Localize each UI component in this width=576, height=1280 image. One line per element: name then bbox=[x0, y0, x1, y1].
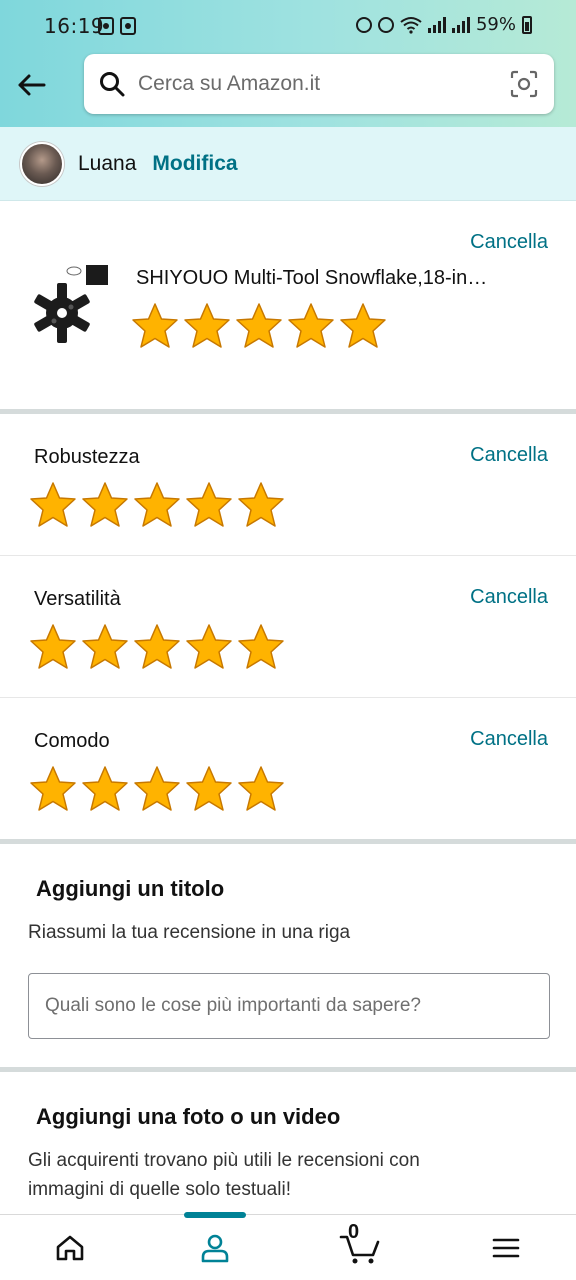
wifi-icon bbox=[400, 16, 422, 34]
status-right: 59% bbox=[355, 14, 532, 35]
bottom-navigation: 0 bbox=[0, 1212, 576, 1280]
cancel-rating-link[interactable]: Cancella bbox=[470, 444, 548, 467]
search-input[interactable] bbox=[138, 72, 510, 96]
nav-cart[interactable]: 0 bbox=[320, 1215, 400, 1280]
star-icon[interactable] bbox=[234, 301, 284, 351]
home-icon bbox=[56, 1235, 84, 1261]
signal-icon bbox=[451, 16, 470, 33]
cart-icon bbox=[339, 1235, 380, 1264]
camera-scan-icon[interactable] bbox=[510, 70, 538, 98]
media-section-subtitle: Gli acquirenti trovano più utili le rece… bbox=[28, 1146, 420, 1204]
star-icon[interactable] bbox=[236, 622, 286, 672]
star-icon[interactable] bbox=[28, 480, 78, 530]
status-bar: 16:19 59% bbox=[0, 0, 576, 52]
status-notification-icons bbox=[98, 17, 136, 35]
back-button[interactable] bbox=[14, 68, 48, 102]
nav-home[interactable] bbox=[30, 1215, 110, 1280]
section-divider bbox=[0, 839, 576, 844]
account-icon bbox=[201, 1234, 229, 1263]
media-subtitle-line: Gli acquirenti trovano più utili le rece… bbox=[28, 1150, 420, 1171]
product-section: Cancella SHIYOUO Multi-Tool Snowflake,18… bbox=[0, 201, 576, 409]
nav-menu[interactable] bbox=[466, 1215, 546, 1280]
rating-label: Comodo bbox=[34, 730, 110, 752]
arrow-left-icon bbox=[18, 74, 46, 96]
star-icon[interactable] bbox=[130, 301, 180, 351]
star-icon[interactable] bbox=[338, 301, 388, 351]
star-icon[interactable] bbox=[28, 764, 78, 814]
product-image bbox=[26, 265, 112, 351]
star-icon[interactable] bbox=[286, 301, 336, 351]
star-icon[interactable] bbox=[184, 480, 234, 530]
notification-icon bbox=[98, 17, 114, 35]
nav-account[interactable] bbox=[175, 1215, 255, 1280]
section-divider bbox=[0, 1067, 576, 1072]
search-icon bbox=[98, 70, 126, 98]
star-icon[interactable] bbox=[182, 301, 232, 351]
star-icon[interactable] bbox=[132, 480, 182, 530]
menu-icon bbox=[492, 1238, 520, 1258]
star-rating[interactable] bbox=[28, 622, 286, 672]
star-icon[interactable] bbox=[28, 622, 78, 672]
cart-count-badge: 0 bbox=[348, 1221, 360, 1243]
product-title: SHIYOUO Multi-Tool Snowflake,18-in… bbox=[136, 267, 488, 289]
profile-name: Luana bbox=[78, 151, 137, 175]
star-icon[interactable] bbox=[80, 480, 130, 530]
review-title-input[interactable] bbox=[28, 973, 550, 1039]
alarm-icon bbox=[355, 16, 372, 33]
star-rating[interactable] bbox=[28, 480, 286, 530]
media-section-heading: Aggiungi una foto o un video bbox=[36, 1104, 341, 1129]
star-rating[interactable] bbox=[28, 764, 286, 814]
mute-icon bbox=[377, 16, 394, 33]
cancel-product-rating-link[interactable]: Cancella bbox=[470, 231, 548, 254]
rating-label: Versatilità bbox=[34, 588, 121, 610]
title-section-heading: Aggiungi un titolo bbox=[36, 876, 225, 901]
media-subtitle-line: immagini di quelle solo testuali! bbox=[28, 1179, 291, 1200]
title-section-subtitle: Riassumi la tua recensione in una riga bbox=[28, 922, 351, 943]
signal-icon bbox=[427, 16, 446, 33]
edit-profile-link[interactable]: Modifica bbox=[152, 152, 237, 176]
rating-row-comodo: Comodo Cancella bbox=[0, 698, 576, 840]
cancel-rating-link[interactable]: Cancella bbox=[470, 728, 548, 751]
header: 16:19 59% bbox=[0, 0, 576, 127]
star-icon[interactable] bbox=[80, 622, 130, 672]
star-icon[interactable] bbox=[132, 622, 182, 672]
product-star-rating[interactable] bbox=[130, 301, 388, 351]
rating-row-robustezza: Robustezza Cancella bbox=[0, 414, 576, 556]
star-icon[interactable] bbox=[184, 622, 234, 672]
avatar bbox=[20, 141, 64, 186]
status-time: 16:19 bbox=[44, 14, 105, 38]
search-bar[interactable] bbox=[84, 54, 554, 114]
battery-icon bbox=[522, 15, 532, 34]
star-icon[interactable] bbox=[80, 764, 130, 814]
rating-label: Robustezza bbox=[34, 446, 140, 468]
rating-row-versatilita: Versatilità Cancella bbox=[0, 556, 576, 698]
profile-bar: Luana Modifica bbox=[0, 127, 576, 201]
star-icon[interactable] bbox=[184, 764, 234, 814]
battery-percent: 59% bbox=[475, 14, 516, 35]
star-icon[interactable] bbox=[236, 480, 286, 530]
star-icon[interactable] bbox=[132, 764, 182, 814]
notification-icon bbox=[120, 17, 136, 35]
cancel-rating-link[interactable]: Cancella bbox=[470, 586, 548, 609]
star-icon[interactable] bbox=[236, 764, 286, 814]
